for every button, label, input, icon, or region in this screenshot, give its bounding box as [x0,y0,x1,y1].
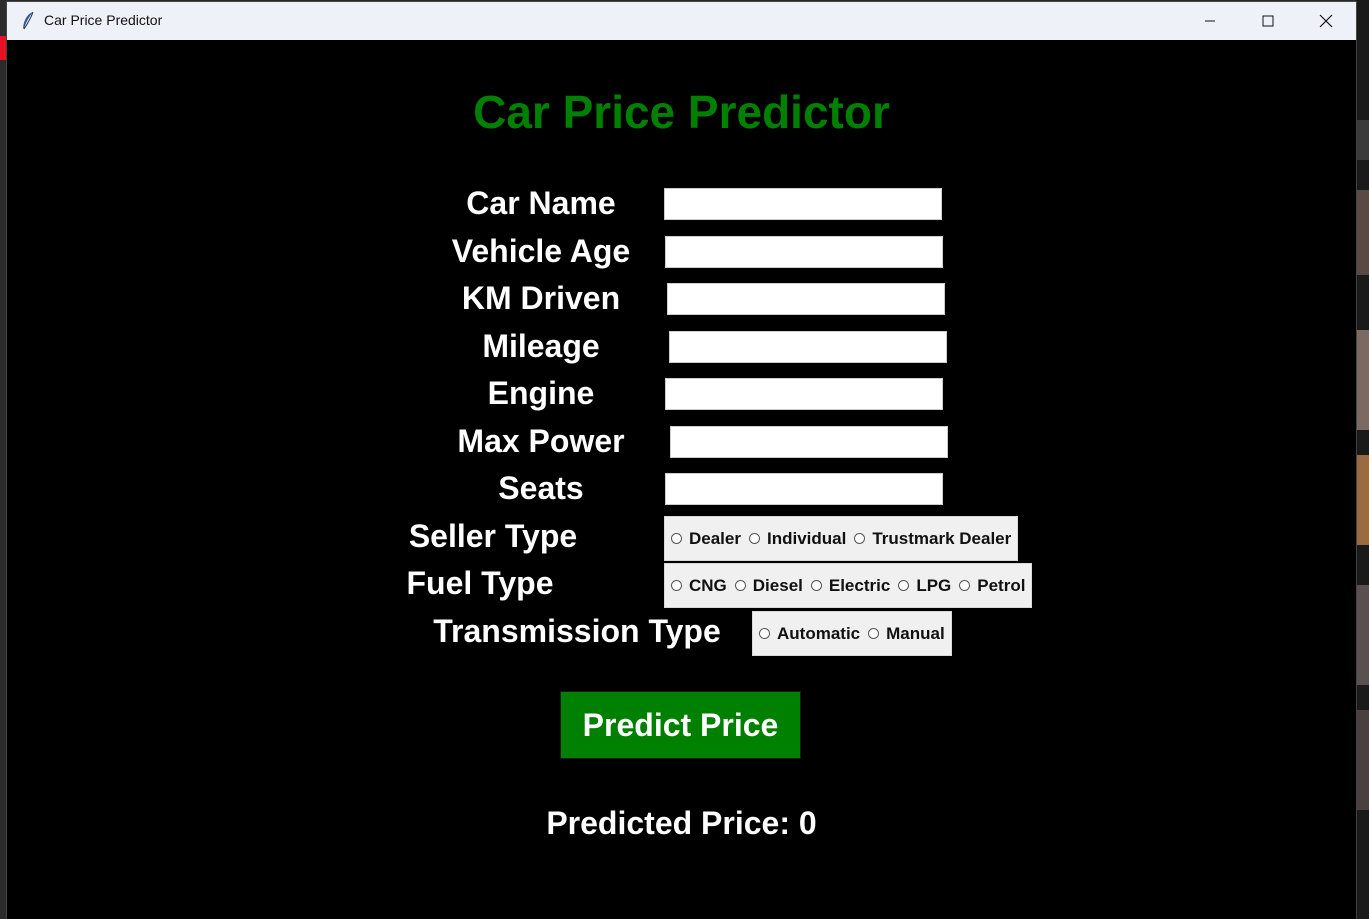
minimize-icon [1205,20,1215,22]
background-window-strip [1356,0,1369,919]
feather-icon [23,11,34,30]
seller-type-radio-group: Dealer Individual Trustmark Dealer [664,516,1019,561]
radio-button-icon[interactable] [898,580,910,591]
mileage-label: Mileage [482,328,600,364]
background-thumbnail [1356,190,1369,275]
background-thumbnail [1356,710,1369,810]
seller-type-option-dealer[interactable]: Dealer [671,529,741,549]
background-thumbnail [1356,585,1369,685]
background-app-tab [0,36,6,60]
page-title: Car Price Predictor [473,86,890,138]
radio-button-icon[interactable] [868,628,880,639]
km-driven-label: KM Driven [461,280,621,316]
car-name-label: Car Name [466,185,616,221]
transmission-type-label: Transmission Type [433,613,721,649]
radio-button-icon[interactable] [854,533,866,544]
engine-input[interactable] [665,378,943,410]
predicted-price-value: 0 [798,805,817,841]
window-title: Car Price Predictor [44,12,163,28]
seller-type-option-trustmark-dealer[interactable]: Trustmark Dealer [854,529,1011,549]
minimize-button[interactable] [1181,2,1239,40]
radio-button-icon[interactable] [671,533,682,544]
predict-price-button[interactable]: Predict Price [560,691,801,759]
maximize-button[interactable] [1239,2,1297,40]
background-thumbnail [1356,330,1369,430]
fuel-type-option-cng[interactable]: CNG [671,576,727,596]
fuel-type-option-petrol[interactable]: Petrol [959,576,1025,596]
close-button[interactable] [1297,2,1355,40]
predicted-price-label: Predicted Price: [546,805,790,841]
radio-button-icon[interactable] [759,628,770,639]
app-content: Car Price Predictor Car Name Vehicle Age… [7,40,1356,919]
predicted-price-output: Predicted Price: 0 [7,805,1356,842]
engine-label: Engine [487,375,595,411]
fuel-type-radio-group: CNG Diesel Electric LPG Petrol [664,563,1033,608]
title-bar[interactable]: Car Price Predictor [7,2,1356,40]
radio-button-icon[interactable] [748,533,760,544]
seats-input[interactable] [665,473,943,505]
close-icon [1319,14,1333,28]
transmission-option-automatic[interactable]: Automatic [759,624,860,644]
background-thumbnail [1356,455,1369,545]
radio-button-icon[interactable] [671,580,682,591]
background-thumbnail [1356,120,1369,160]
vehicle-age-input[interactable] [665,236,943,268]
app-window: Car Price Predictor Car Price Predictor … [7,2,1356,919]
km-driven-input[interactable] [667,283,945,315]
transmission-option-manual[interactable]: Manual [868,624,945,644]
vehicle-age-label: Vehicle Age [451,233,631,269]
seller-type-label: Seller Type [408,518,578,554]
seats-label: Seats [498,470,584,506]
radio-button-icon[interactable] [734,580,746,591]
fuel-type-option-diesel[interactable]: Diesel [734,576,803,596]
car-name-input[interactable] [664,188,942,220]
seller-type-option-individual[interactable]: Individual [748,529,846,549]
mileage-input[interactable] [669,331,947,363]
transmission-type-radio-group: Automatic Manual [752,611,952,656]
maximize-icon [1262,15,1274,27]
fuel-type-option-lpg[interactable]: LPG [898,576,951,596]
radio-button-icon[interactable] [810,580,822,591]
max-power-input[interactable] [670,426,948,458]
fuel-type-option-electric[interactable]: Electric [810,576,890,596]
fuel-type-label: Fuel Type [406,565,554,601]
radio-button-icon[interactable] [959,580,971,591]
max-power-label: Max Power [457,423,625,459]
